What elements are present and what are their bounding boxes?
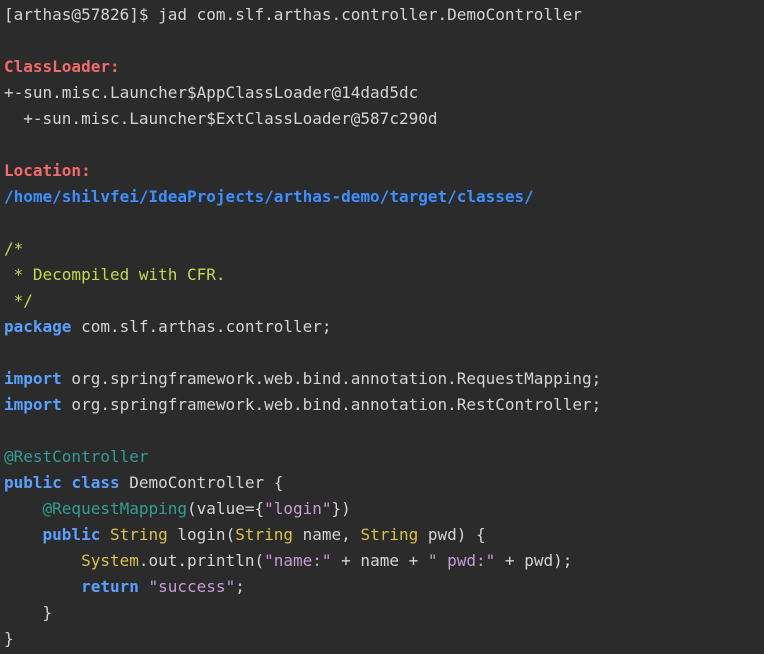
import-request-mapping: org.springframework.web.bind.annotation.… [61,369,602,388]
classloader-line: +-sun.misc.Launcher$ExtClassLoader@587c2… [4,106,764,132]
location-label: Location: [4,161,91,180]
type-string: String [360,525,419,544]
code-line: } [4,626,764,652]
location-heading: Location: [4,158,764,184]
class-declaration: DemoController { [119,473,284,492]
string-name: "name:" [264,551,332,570]
system-class: System [81,551,139,570]
classloader-heading: ClassLoader: [4,54,764,80]
method-close-brace: } [4,603,53,622]
method-annotation: @RequestMapping [42,499,188,518]
keyword-return: return [81,577,139,596]
method-name: login( [167,525,236,544]
command-line: [arthas@57826]$ jad com.slf.arthas.contr… [4,2,764,28]
type-string: String [235,525,293,544]
jad-command: jad com.slf.arthas.controller.DemoContro… [158,5,582,24]
classloader-label: ClassLoader: [4,57,120,76]
class-close-brace: } [4,629,14,648]
code-line: @RequestMapping(value={"login"}) [42,499,351,518]
classloader-line: +-sun.misc.Launcher$AppClassLoader@14dad… [4,80,764,106]
code-line: /* [4,236,764,262]
comment-open: /* [4,239,24,258]
package-name: com.slf.arthas.controller; [71,317,332,336]
string-success: "success" [148,577,236,596]
location-line: /home/shilvfei/IdeaProjects/arthas-demo/… [4,184,764,210]
terminal-window[interactable]: [arthas@57826]$ jad com.slf.arthas.contr… [0,0,764,654]
app-classloader: +-sun.misc.Launcher$AppClassLoader@14dad… [4,83,419,102]
code-line: package com.slf.arthas.controller; [4,314,764,340]
string-pwd: " pwd:" [427,551,496,570]
code-line: * Decompiled with CFR. [4,262,764,288]
type-string: String [109,525,168,544]
comment-close: */ [4,291,33,310]
comment-body: * Decompiled with CFR. [4,265,226,284]
keyword-import: import [4,369,62,388]
code-line: System.out.println("name:" + name + " pw… [81,551,573,570]
keyword-package: package [4,317,72,336]
keyword-import: import [4,395,62,414]
location-path: /home/shilvfei/IdeaProjects/arthas-demo/… [4,187,534,206]
import-rest-controller: org.springframework.web.bind.annotation.… [61,395,602,414]
code-line: @RestController [4,444,764,470]
code-line: return "success"; [81,577,245,596]
keyword-public: public [4,473,62,492]
code-line: public class DemoController { [4,470,764,496]
keyword-public: public [42,525,101,544]
ext-classloader: +-sun.misc.Launcher$ExtClassLoader@587c2… [4,109,438,128]
keyword-class: class [71,473,120,492]
shell-prompt: [arthas@57826]$ [4,5,159,24]
code-line: */ [4,288,764,314]
code-line: public String login(String name, String … [42,525,486,544]
code-line: import org.springframework.web.bind.anno… [4,392,764,418]
annotation-string: "login" [264,499,332,518]
code-line: } [4,600,764,626]
class-annotation: @RestController [4,447,149,466]
code-line: import org.springframework.web.bind.anno… [4,366,764,392]
